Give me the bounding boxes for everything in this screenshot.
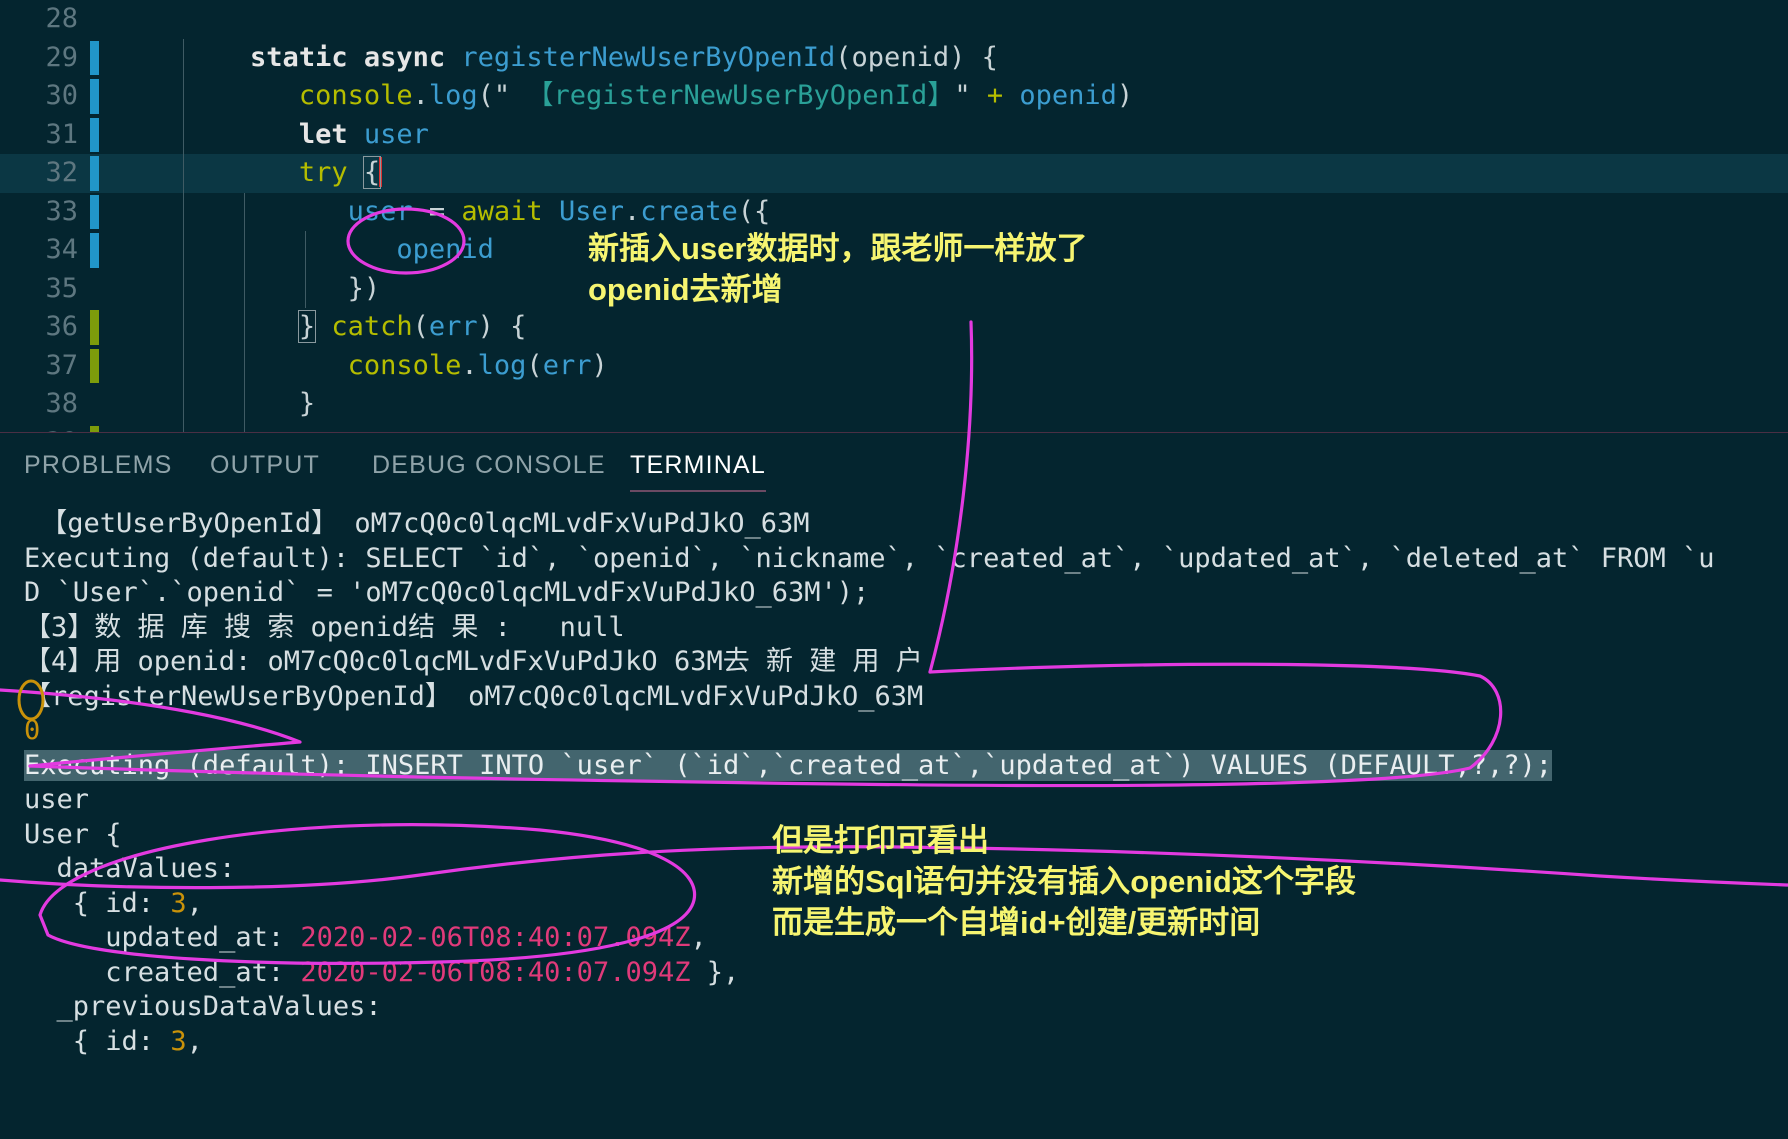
- panel-tab-bar: PROBLEMS OUTPUT DEBUG CONSOLE TERMINAL: [0, 433, 1788, 503]
- terminal-line: Executing (default): INSERT INTO `user` …: [24, 749, 1553, 781]
- code-line[interactable]: 33 user = await User.create({: [0, 192, 1788, 231]
- code-text: let user: [298, 118, 429, 150]
- code-text: } catch(err) {: [297, 310, 527, 343]
- line-number: 30: [45, 80, 78, 111]
- code-line[interactable]: 39: [0, 423, 1788, 433]
- line-number: 39: [0, 424, 78, 433]
- panel-tab-terminal[interactable]: TERMINAL: [630, 451, 767, 492]
- code-line[interactable]: 38 }: [0, 385, 1788, 424]
- line-number: 36: [45, 311, 78, 342]
- code-text: static async registerNewUserByOpenId(ope…: [250, 41, 998, 73]
- code-text: }): [347, 272, 381, 304]
- code-text: try {: [298, 156, 383, 189]
- git-change-marker: [90, 233, 99, 268]
- line-number: 31: [45, 118, 78, 150]
- line-number: 33: [45, 195, 78, 227]
- panel-tab-label: PROBLEMS: [24, 451, 173, 479]
- git-change-marker: [90, 194, 99, 229]
- terminal-line: D `User`.`openid` = 'oM7cQ0c0lqcMLvdFxVu…: [24, 577, 870, 608]
- git-change-marker: [90, 348, 99, 383]
- code-text: console.log(err): [347, 349, 608, 381]
- code-line[interactable]: 36 } catch(err) {: [0, 308, 1788, 347]
- code-text: }: [298, 388, 316, 419]
- code-line[interactable]: 31 let user: [0, 115, 1788, 154]
- annotation-top: 新插入user数据时，跟老师一样放了 openid去新增: [588, 228, 1087, 310]
- terminal-line: _previousDataValues:: [24, 991, 382, 1022]
- indent-guide: [244, 423, 245, 432]
- git-change-marker: [90, 117, 99, 152]
- annotation-line: 而是生成一个自增id+创建/更新时间: [772, 905, 1261, 940]
- git-change-marker: [90, 310, 99, 345]
- code-text: openid: [396, 234, 494, 265]
- code-line[interactable]: 28: [0, 0, 1788, 39]
- terminal-line: 【getUserByOpenId】 oM7cQ0c0lqcMLvdFxVuPdJ…: [24, 508, 810, 539]
- panel-tab-label: OUTPUT: [210, 451, 320, 479]
- line-number: 34: [45, 234, 78, 265]
- git-change-marker: [90, 156, 99, 191]
- annotation-line: 新增的Sql语句并没有插入openid这个字段: [772, 864, 1356, 899]
- git-change-marker: [90, 40, 99, 75]
- active-tab-underline: [630, 490, 767, 492]
- terminal-line: { id: 3,: [24, 1025, 203, 1057]
- code-text: console.log(" 【registerNewUserByOpenId】"…: [298, 80, 1134, 111]
- git-change-marker: [90, 79, 99, 114]
- code-line[interactable]: 32 try {: [0, 154, 1788, 193]
- line-number: 32: [45, 157, 78, 188]
- panel-tab-label: TERMINAL: [630, 451, 767, 479]
- terminal-line: Executing (default): SELECT `id`, `openi…: [24, 542, 1715, 574]
- annotation-line: 但是打印可看出: [772, 823, 989, 858]
- terminal-line: user: [24, 784, 90, 815]
- terminal-line: created_at: 2020-02-06T08:40:07.094Z },: [24, 956, 740, 988]
- line-number: 38: [45, 388, 78, 419]
- panel-tab-output[interactable]: OUTPUT: [210, 451, 320, 480]
- code-text: user = await User.create({: [347, 195, 771, 227]
- terminal-line: 【registerNewUserByOpenId】 oM7cQ0c0lqcMLv…: [24, 680, 924, 712]
- annotation-line: openid去新增: [588, 272, 783, 307]
- terminal-line: 【3】数 据 库 搜 索 openid结 果 : null: [24, 611, 625, 643]
- bottom-panel: PROBLEMS OUTPUT DEBUG CONSOLE TERMINAL 【get…: [0, 432, 1788, 1139]
- terminal-line: 【4】用 openid: oM7cQ0c0lqcMLvdFxVuPdJkO 63…: [24, 646, 923, 677]
- terminal-line: 0: [24, 715, 41, 746]
- code-line[interactable]: 30 console.log(" 【registerNewUserByOpenI…: [0, 77, 1788, 116]
- code-editor[interactable]: 28 29 static async registerNewUserByOpenI…: [0, 0, 1788, 432]
- code-line[interactable]: 37 console.log(err): [0, 346, 1788, 385]
- line-number: 37: [45, 349, 78, 381]
- terminal-output[interactable]: 【getUserByOpenId】 oM7cQ0c0lqcMLvdFxVuPdJ…: [0, 507, 1788, 1059]
- panel-tab-label: DEBUG CONSOLE: [372, 451, 606, 479]
- panel-tab-problems[interactable]: PROBLEMS: [24, 451, 173, 480]
- indent-guide: [183, 423, 184, 432]
- annotation-line: 新插入user数据时，跟老师一样放了: [588, 231, 1088, 266]
- panel-tab-debug-console[interactable]: DEBUG CONSOLE: [372, 451, 606, 480]
- line-number: 35: [45, 272, 78, 304]
- line-number: 28: [45, 3, 78, 34]
- line-number: 29: [45, 41, 78, 73]
- annotation-bottom: 但是打印可看出新增的Sql语句并没有插入openid这个字段 而是生成一个自增id…: [772, 820, 1356, 943]
- code-line[interactable]: 29 static async registerNewUserByOpenId(…: [0, 38, 1788, 77]
